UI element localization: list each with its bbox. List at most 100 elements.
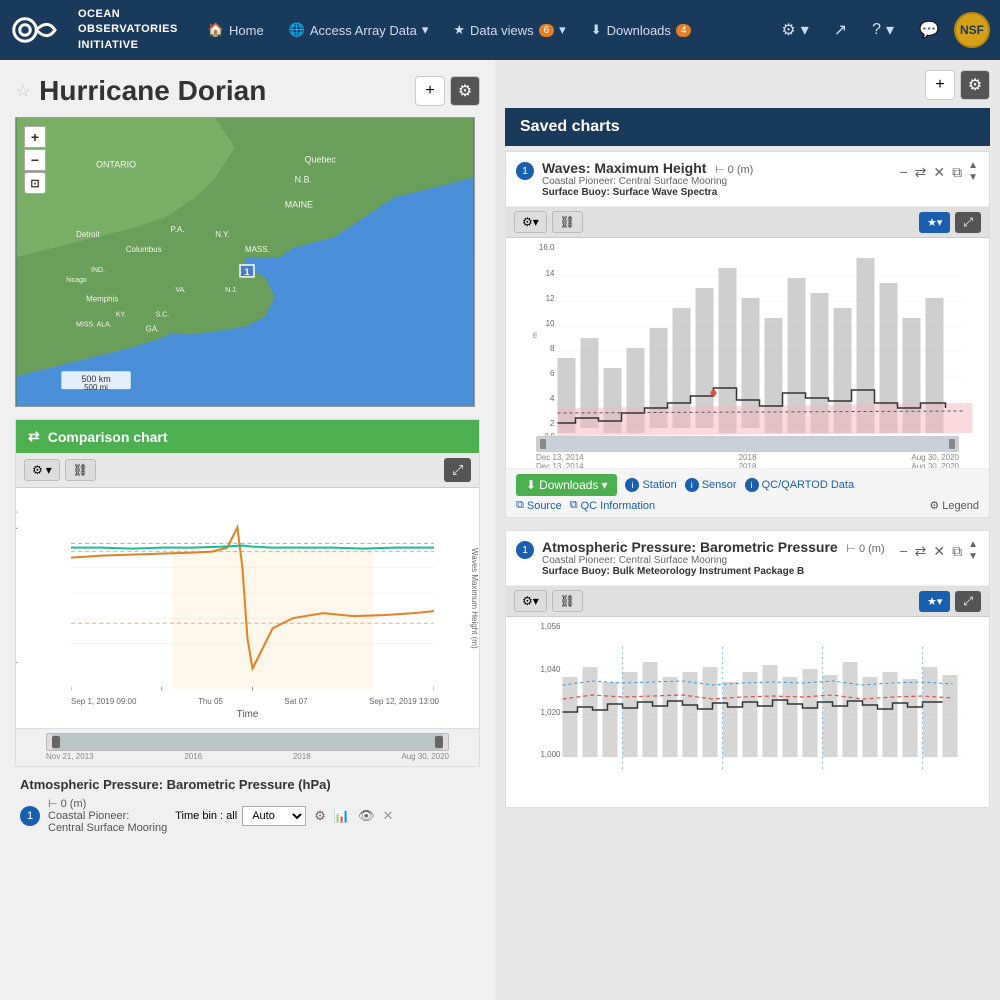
bottom-chart-row: 1 ⊢ 0 (m) Coastal Pioneer: Central Surfa… <box>15 792 480 839</box>
bottom-graph-icon[interactable]: 📊 <box>334 808 350 824</box>
svg-text:MISS. ALA.: MISS. ALA. <box>76 322 112 329</box>
map-container[interactable]: 1 ONTARIO Quebec MAINE N.B. N.Y. MASS. P… <box>15 117 475 407</box>
left-panel: ☆ Hurricane Dorian + ⚙ 1 <box>0 60 495 1000</box>
bottom-close-icon[interactable]: ✕ <box>383 808 394 824</box>
card1-up-btn[interactable]: ▲ <box>967 160 979 172</box>
main-content: ☆ Hurricane Dorian + ⚙ 1 <box>0 60 1000 1000</box>
share-button[interactable]: ↗ <box>824 14 857 46</box>
card1-down-btn[interactable]: ▼ <box>967 172 979 184</box>
card2-settings-btn[interactable]: ⚙▾ <box>514 590 547 612</box>
card2-close-btn[interactable]: ✕ <box>931 541 947 562</box>
svg-text:1: 1 <box>245 267 250 277</box>
card1-expand-btn[interactable]: ⤢ <box>955 212 981 233</box>
sensor-info: i Sensor <box>685 478 737 492</box>
chart-card-1-plot: 16.0 14 12 10 8 6 4 2 0.0 m <box>506 238 989 468</box>
data-views-arrow-icon: ▾ <box>559 22 566 38</box>
card2-external-btn[interactable]: ⧉ <box>950 541 964 562</box>
card2-star-save-btn[interactable]: ★▾ <box>919 591 950 612</box>
card1-link-btn[interactable]: ⛓ <box>552 211 583 233</box>
comparison-settings-btn[interactable]: ⚙▾ <box>24 459 60 481</box>
downloads-badge: 4 <box>676 24 692 37</box>
add-chart-button[interactable]: + <box>925 70 955 100</box>
card2-minus-btn[interactable]: − <box>897 541 909 561</box>
svg-text:4: 4 <box>550 394 555 403</box>
chart-card-1-subtitle: Coastal Pioneer: Central Surface Mooring <box>542 176 889 187</box>
timeline-slider[interactable] <box>46 733 449 751</box>
svg-text:IND.: IND. <box>91 267 105 274</box>
chart-card-1-title: Waves: Maximum Height ⊢ 0 (m) <box>542 160 889 176</box>
card1-close-btn[interactable]: ✕ <box>931 162 947 183</box>
download-icon-1: ⬇ <box>526 478 536 492</box>
card1-external-btn[interactable]: ⧉ <box>950 162 964 183</box>
share-icon: ↗ <box>834 20 847 40</box>
svg-text:S.C.: S.C. <box>156 312 170 319</box>
card2-shuffle-btn[interactable]: ⇄ <box>913 541 929 562</box>
comparison-chart-toolbar: ⚙▾ ⛓ ⤢ <box>16 453 479 488</box>
zoom-fit-button[interactable]: ⊡ <box>24 172 46 194</box>
settings-panel-button[interactable]: ⚙ <box>450 76 480 106</box>
card2-link-btn[interactable]: ⛓ <box>552 590 583 612</box>
card1-settings-btn[interactable]: ⚙▾ <box>514 211 547 233</box>
chart-card-2-plot: 1,056 1,040 1,020 1,000 <box>506 617 989 807</box>
nav-downloads[interactable]: ⬇ Downloads 4 <box>581 16 702 44</box>
legend-icon: ⚙ <box>929 499 939 512</box>
bottom-eye-icon[interactable]: 👁 <box>358 808 375 824</box>
nsf-logo: NSF <box>954 12 990 48</box>
add-button[interactable]: + <box>415 76 445 106</box>
download-nav-icon: ⬇ <box>591 22 602 38</box>
nav-access-array-data[interactable]: 🌐 Access Array Data ▾ <box>279 16 439 44</box>
home-icon: 🏠 <box>208 22 224 38</box>
sensor-info-icon: i <box>685 478 699 492</box>
help-button[interactable]: ? ▾ <box>862 14 904 46</box>
qc-info: i QC/QARTOD Data <box>745 478 855 492</box>
source-link[interactable]: ⧉ Source <box>516 499 562 512</box>
gear-icon: ⚙ <box>781 20 795 40</box>
map-svg: 1 ONTARIO Quebec MAINE N.B. N.Y. MASS. P… <box>16 118 474 406</box>
card1-star-save-btn[interactable]: ★▾ <box>919 212 950 233</box>
zoom-out-button[interactable]: − <box>24 149 46 171</box>
settings-button[interactable]: ⚙ ▾ <box>771 14 818 46</box>
comparison-expand-btn[interactable]: ⤢ <box>444 458 471 482</box>
favorite-icon[interactable]: ☆ <box>15 81 31 102</box>
bottom-chart-num: 1 <box>20 806 40 826</box>
svg-text:GA.: GA. <box>146 325 160 334</box>
chart-card-1: 1 Waves: Maximum Height ⊢ 0 (m) Coastal … <box>505 151 990 518</box>
chart-card-2-toolbar: ⚙▾ ⛓ ★▾ ⤢ <box>506 586 989 617</box>
card2-down-btn[interactable]: ▼ <box>967 551 979 563</box>
qc-info-link[interactable]: ⧉ QC Information <box>570 499 655 512</box>
svg-text:1,040: 1,040 <box>540 665 561 674</box>
svg-text:ONTARIO: ONTARIO <box>96 160 136 170</box>
comparison-link-btn[interactable]: ⛓ <box>65 459 96 481</box>
timebin-select[interactable]: Auto 1 hour 1 day <box>242 806 306 826</box>
bottom-chart-info: ⊢ 0 (m) Coastal Pioneer: Central Surface… <box>48 797 167 834</box>
card1-minus-btn[interactable]: − <box>897 162 909 182</box>
card2-right-toolbar: ★▾ ⤢ <box>919 591 981 612</box>
saved-charts-settings-btn[interactable]: ⚙ <box>960 70 990 100</box>
right-panel: + ⚙ Saved charts 1 Waves: Maximum Height… <box>495 60 1000 1000</box>
chart-card-1-toolbar: ⚙▾ ⛓ ★▾ ⤢ <box>506 207 989 238</box>
svg-text:Quebec: Quebec <box>305 155 337 165</box>
svg-text:N.B.: N.B. <box>295 175 312 185</box>
y-left-label: Atmospheric Pressure Barometric Pressure… <box>16 498 18 698</box>
zoom-in-button[interactable]: + <box>24 126 46 148</box>
card2-expand-btn[interactable]: ⤢ <box>955 591 981 612</box>
nav-data-views[interactable]: ★ Data views 6 ▾ <box>443 16 575 44</box>
svg-text:m: m <box>532 332 539 338</box>
svg-text:1,056: 1,056 <box>540 622 561 631</box>
page-title: Hurricane Dorian <box>39 75 266 107</box>
svg-text:Columbus: Columbus <box>126 245 162 254</box>
downloads-button-1[interactable]: ⬇ Downloads ▾ <box>516 474 617 496</box>
qc-info-icon: i <box>745 478 759 492</box>
chart-card-2-title-block: Atmospheric Pressure: Barometric Pressur… <box>542 539 889 577</box>
qc-external-icon: ⧉ <box>570 499 578 512</box>
chart1-timeline-slider[interactable] <box>536 436 959 452</box>
nav-right: ⚙ ▾ ↗ ? ▾ 💬 NSF <box>771 12 990 48</box>
legend-button-1[interactable]: ⚙ Legend <box>929 499 979 512</box>
chat-button[interactable]: 💬 <box>909 14 949 46</box>
bottom-settings-icon[interactable]: ⚙ <box>314 808 326 824</box>
nav-home[interactable]: 🏠 Home <box>198 16 274 44</box>
link-icon: ⛓ <box>73 463 88 477</box>
gear-small-icon: ⚙ <box>32 463 43 477</box>
card1-shuffle-btn[interactable]: ⇄ <box>913 162 929 183</box>
card2-up-btn[interactable]: ▲ <box>967 539 979 551</box>
